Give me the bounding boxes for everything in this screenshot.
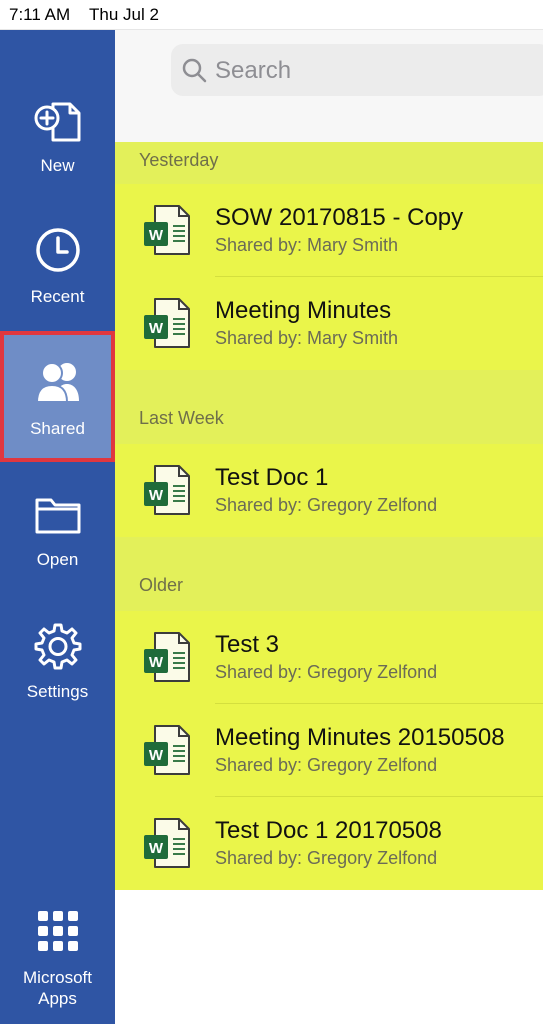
file-row[interactable]: W Meeting Minutes Shared by: Mary Smith — [115, 277, 543, 370]
file-shared-by: Shared by: Mary Smith — [215, 235, 399, 255]
sidebar-item-settings[interactable]: Settings — [0, 593, 115, 724]
svg-text:W: W — [149, 320, 164, 337]
new-document-icon — [34, 102, 81, 142]
word-document-icon: W — [144, 465, 190, 515]
apps-label-line1: Microsoft — [23, 968, 92, 987]
svg-text:W: W — [149, 747, 164, 764]
section-title: Yesterday — [139, 150, 219, 170]
sidebar-item-new[interactable]: New — [0, 30, 115, 175]
file-shared-by: Shared by: Gregory Zelfond — [215, 662, 438, 682]
file-title: Test Doc 1 20170508 — [215, 817, 442, 844]
file-title: SOW 20170815 - Copy — [215, 204, 464, 231]
section-title: Last Week — [139, 408, 224, 428]
file-title: Meeting Minutes 20150508 — [215, 724, 505, 751]
sidebar-item-label: Settings — [26, 682, 89, 701]
word-document-icon: W — [144, 632, 190, 682]
file-row[interactable]: W Test Doc 1 Shared by: Gregory Zelfond — [115, 444, 543, 537]
sidebar-item-label: Shared — [30, 419, 85, 438]
file-row[interactable]: W SOW 20170815 - Copy Shared by: Mary Sm… — [115, 184, 543, 277]
section-header-older: Older — [115, 537, 543, 611]
folder-icon — [35, 498, 81, 534]
sidebar-item-recent[interactable]: Recent — [0, 161, 115, 306]
sidebar: New Recent Shared Open Settings Microsof… — [0, 30, 115, 1024]
search-area — [115, 30, 543, 142]
section-header-last-week: Last Week — [115, 370, 543, 444]
file-shared-by: Shared by: Gregory Zelfond — [215, 495, 438, 515]
clock-icon — [36, 228, 80, 272]
apps-label-line2: Apps — [38, 989, 77, 1008]
search-icon — [182, 58, 207, 83]
file-row[interactable]: W Meeting Minutes 20150508 Shared by: Gr… — [115, 704, 543, 797]
file-title: Meeting Minutes — [215, 297, 392, 324]
word-document-icon: W — [144, 298, 190, 348]
sidebar-item-label: Open — [36, 550, 79, 569]
file-shared-by: Shared by: Gregory Zelfond — [215, 848, 438, 868]
status-bar: 7:11 AM Thu Jul 2 — [0, 0, 543, 30]
file-row[interactable]: W Test 3 Shared by: Gregory Zelfond — [115, 611, 543, 704]
main-content: Yesterday W SOW 20170815 - Copy Shared b… — [115, 30, 543, 1024]
word-document-icon: W — [144, 205, 190, 255]
people-icon — [35, 362, 79, 403]
section-title: Older — [139, 575, 184, 595]
file-row[interactable]: W Test Doc 1 20170508 Shared by: Gregory… — [115, 797, 543, 890]
search-bar[interactable] — [171, 44, 543, 96]
word-document-icon: W — [144, 725, 190, 775]
word-document-icon: W — [144, 818, 190, 868]
gear-icon — [34, 623, 82, 670]
status-date: Thu Jul 2 — [89, 5, 159, 24]
sidebar-item-microsoft-apps[interactable]: Microsoft Apps — [0, 902, 115, 1024]
sidebar-item-shared[interactable]: Shared — [0, 331, 115, 462]
section-header-yesterday: Yesterday — [115, 142, 543, 184]
svg-text:W: W — [149, 227, 164, 244]
svg-text:W: W — [149, 654, 164, 671]
file-title: Test Doc 1 — [215, 464, 329, 491]
search-input[interactable] — [213, 52, 537, 90]
app-grid-icon — [38, 911, 78, 951]
sidebar-item-open[interactable]: Open — [0, 462, 115, 593]
file-title: Test 3 — [215, 631, 280, 658]
file-shared-by: Shared by: Mary Smith — [215, 328, 399, 348]
status-time: 7:11 AM — [9, 5, 71, 24]
sidebar-item-label: Recent — [30, 287, 85, 306]
svg-text:W: W — [149, 487, 164, 504]
file-shared-by: Shared by: Gregory Zelfond — [215, 755, 438, 775]
svg-text:W: W — [149, 840, 164, 857]
